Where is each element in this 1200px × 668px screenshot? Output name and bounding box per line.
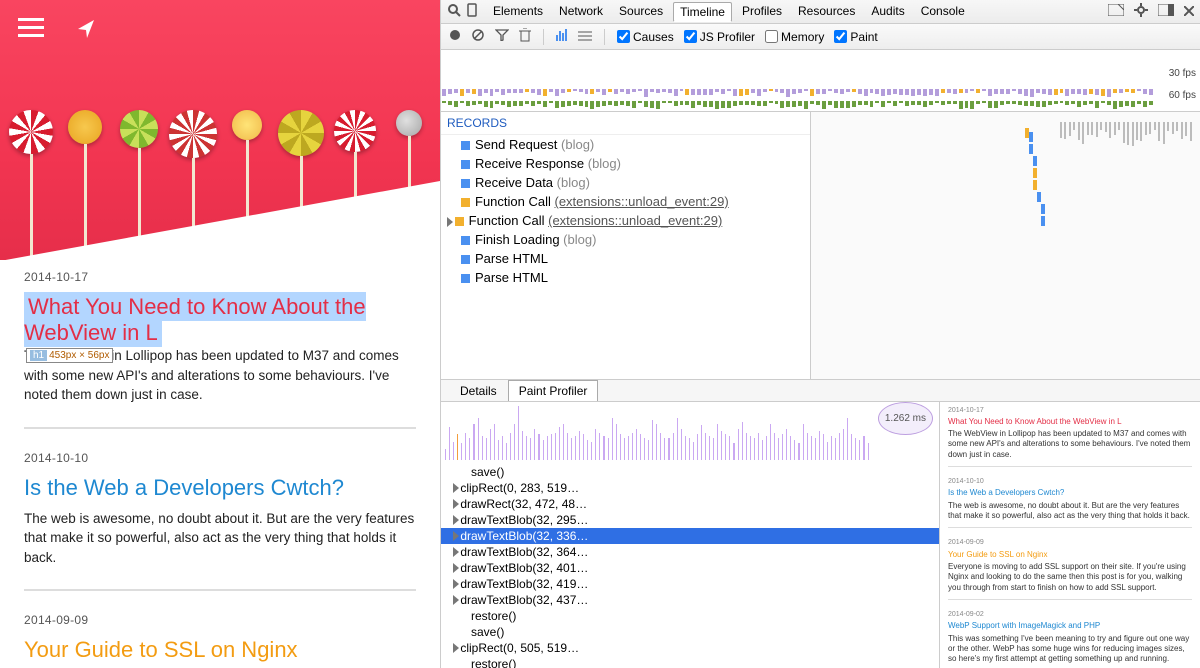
records-header: RECORDS xyxy=(441,112,810,135)
paint-command[interactable]: drawRect(32, 472, 48… xyxy=(441,496,939,512)
dock-icon[interactable] xyxy=(1158,4,1174,19)
paint-command[interactable]: drawTextBlob(32, 364… xyxy=(441,544,939,560)
tab-network[interactable]: Network xyxy=(553,2,609,22)
paint-profiler: 1.262 ms save() clipRect(0, 283, 519… dr… xyxy=(441,402,1200,668)
close-icon[interactable] xyxy=(1184,5,1194,19)
check-memory[interactable]: Memory xyxy=(765,30,824,44)
settings-icon[interactable] xyxy=(1134,3,1148,20)
inspect-icon[interactable] xyxy=(447,3,461,20)
subtab-details[interactable]: Details xyxy=(449,380,508,401)
paint-commands: save() clipRect(0, 283, 519… drawRect(32… xyxy=(441,462,939,668)
paint-command[interactable]: drawTextBlob(32, 336… xyxy=(441,528,939,544)
drawer-icon[interactable] xyxy=(1108,4,1124,19)
paint-command[interactable]: drawTextBlob(32, 419… xyxy=(441,576,939,592)
fps-label-30: 30 fps xyxy=(1169,68,1196,79)
record-item[interactable]: Send Request (blog) xyxy=(441,135,810,154)
paint-command[interactable]: restore() xyxy=(441,656,939,668)
paint-preview: 2014-10-17What You Need to Know About th… xyxy=(940,402,1200,668)
check-causes[interactable]: Causes xyxy=(617,30,674,44)
paint-command[interactable]: restore() xyxy=(441,608,939,624)
timeline-toolbar: Causes JS Profiler Memory Paint xyxy=(441,24,1200,50)
records-panel: RECORDS Send Request (blog)Receive Respo… xyxy=(441,112,1200,380)
devtools-pane: ElementsNetworkSourcesTimelineProfilesRe… xyxy=(440,0,1200,668)
device-icon[interactable] xyxy=(467,3,477,20)
post-date: 2014-09-09 xyxy=(24,613,416,627)
paint-histogram[interactable]: 1.262 ms xyxy=(441,402,939,462)
record-item[interactable]: Function Call (extensions::unload_event:… xyxy=(441,211,810,230)
record-item[interactable]: Function Call (extensions::unload_event:… xyxy=(441,192,810,211)
tab-profiles[interactable]: Profiles xyxy=(736,2,788,22)
record-item[interactable]: Receive Response (blog) xyxy=(441,154,810,173)
webpage-pane: 2014-10-17 What You Need to Know About t… xyxy=(0,0,440,668)
fps-label-60: 60 fps xyxy=(1169,90,1196,101)
post-date: 2014-10-10 xyxy=(24,451,416,465)
tab-resources[interactable]: Resources xyxy=(792,2,861,22)
post-title[interactable]: What You Need to Know About the WebView … xyxy=(24,292,366,347)
check-js-profiler[interactable]: JS Profiler xyxy=(684,30,755,44)
details-subtabs: DetailsPaint Profiler xyxy=(441,380,1200,402)
record-item[interactable]: Finish Loading (blog) xyxy=(441,230,810,249)
tab-console[interactable]: Console xyxy=(915,2,971,22)
subtab-paint-profiler[interactable]: Paint Profiler xyxy=(508,380,599,401)
post-excerpt: The web is awesome, no doubt about it. B… xyxy=(24,509,416,568)
paint-command[interactable]: drawTextBlob(32, 401… xyxy=(441,560,939,576)
post-title[interactable]: Is the Web a Developers Cwtch? xyxy=(24,475,416,501)
element-tooltip: h1453px × 56px xyxy=(26,348,113,363)
record-item[interactable]: Receive Data (blog) xyxy=(441,173,810,192)
paint-command[interactable]: save() xyxy=(441,464,939,480)
fps-overview[interactable]: 30 fps 60 fps xyxy=(441,50,1200,112)
hero-illustration xyxy=(0,40,440,260)
record-item[interactable]: Parse HTML xyxy=(441,249,810,268)
post-title[interactable]: Your Guide to SSL on Nginx xyxy=(24,637,416,663)
paint-timing-badge: 1.262 ms xyxy=(878,402,933,435)
tab-timeline[interactable]: Timeline xyxy=(673,2,732,22)
paint-command[interactable]: clipRect(0, 505, 519… xyxy=(441,640,939,656)
blog-post: 2014-09-09 Your Guide to SSL on Nginx Ev… xyxy=(24,613,416,668)
paint-command[interactable]: drawTextBlob(32, 295… xyxy=(441,512,939,528)
post-date: 2014-10-17 xyxy=(24,270,416,284)
check-paint[interactable]: Paint xyxy=(834,30,877,44)
flame-view-icon[interactable] xyxy=(556,29,568,44)
tab-audits[interactable]: Audits xyxy=(865,2,910,22)
filter-icon[interactable] xyxy=(495,29,509,44)
list-view-icon[interactable] xyxy=(578,30,592,44)
paint-command[interactable]: save() xyxy=(441,624,939,640)
tab-elements[interactable]: Elements xyxy=(487,2,549,22)
record-icon[interactable] xyxy=(449,29,461,44)
gc-icon[interactable] xyxy=(519,28,531,45)
flame-chart[interactable] xyxy=(811,112,1200,379)
blog-post: 2014-10-10 Is the Web a Developers Cwtch… xyxy=(24,451,416,592)
hero-banner xyxy=(0,0,440,260)
paint-command[interactable]: drawTextBlob(32, 437… xyxy=(441,592,939,608)
clear-icon[interactable] xyxy=(471,28,485,45)
record-item[interactable]: Parse HTML xyxy=(441,268,810,287)
paint-command[interactable]: clipRect(0, 283, 519… xyxy=(441,480,939,496)
tab-sources[interactable]: Sources xyxy=(613,2,669,22)
devtools-tabbar: ElementsNetworkSourcesTimelineProfilesRe… xyxy=(441,0,1200,24)
